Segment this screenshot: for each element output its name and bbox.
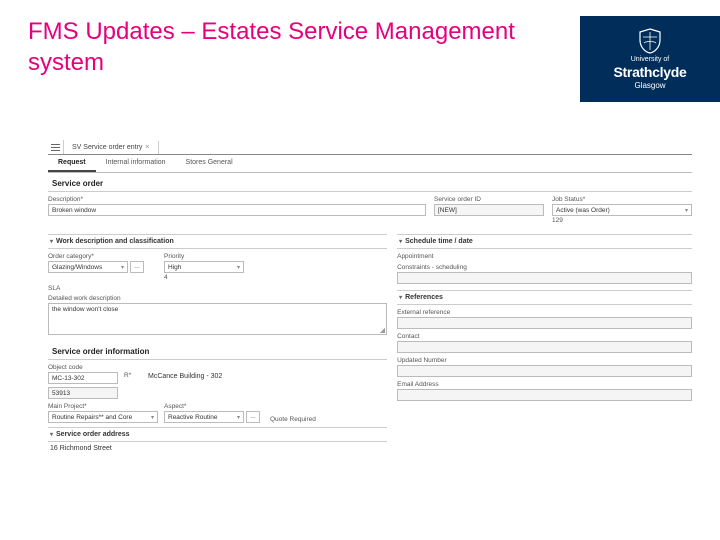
brand-name: Strathclyde <box>614 64 687 80</box>
select-jobstatus[interactable]: Active (was Order)▾ <box>552 204 692 216</box>
tab-service-order-entry[interactable]: SV Service order entry × <box>64 141 159 154</box>
input-obj2: 53913 <box>48 387 118 399</box>
lookup-button[interactable]: … <box>130 261 144 273</box>
label-constraints: Constraints - scheduling <box>397 264 692 271</box>
input-constraints[interactable] <box>397 272 692 284</box>
textarea-detailed[interactable]: the window won't close <box>48 303 387 335</box>
collapse-work-class[interactable]: ▾Work description and classification <box>48 234 387 249</box>
slide-header: FMS Updates – Estates Service Management… <box>0 0 720 110</box>
close-icon[interactable]: × <box>145 144 149 151</box>
shield-icon <box>638 28 662 54</box>
input-obj1[interactable]: MC-13-302 <box>48 372 118 384</box>
label-sla: SLA <box>48 285 387 292</box>
tab-label: SV Service order entry <box>72 144 142 151</box>
field-detailed: Detailed work description the window won… <box>48 295 387 335</box>
brand-city: Glasgow <box>634 81 665 90</box>
chevron-down-icon: ▾ <box>151 414 154 421</box>
field-main-project: Main Project* Routine Repairs** and Core… <box>48 403 158 423</box>
select-main-project[interactable]: Routine Repairs** and Core▾ <box>48 411 158 423</box>
field-soid: Service order ID [NEW] <box>434 196 544 224</box>
collapse-schedule[interactable]: ▾Schedule time / date <box>397 234 692 249</box>
chevron-down-icon: ▾ <box>50 431 53 438</box>
chevron-down-icon: ▾ <box>237 264 240 271</box>
select-order-category[interactable]: Glazing/Windows▾ <box>48 261 128 273</box>
input-contact[interactable] <box>397 341 692 353</box>
field-quote: Quote Required <box>270 403 316 423</box>
hamburger-icon[interactable] <box>48 140 64 154</box>
subtab-request[interactable]: Request <box>48 155 96 172</box>
field-priority: Priority High▾ 4 <box>164 253 244 281</box>
obj-desc: McCance Building - 302 <box>148 372 387 384</box>
resize-handle-icon[interactable] <box>380 328 385 333</box>
field-order-category: Order category* Glazing/Windows▾ … <box>48 253 158 281</box>
input-ext-ref[interactable] <box>397 317 692 329</box>
field-aspect: Aspect* Reactive Routine▾ … <box>164 403 264 423</box>
section-info: Service order information <box>48 341 387 359</box>
subtabs: Request Internal information Stores Gene… <box>48 155 692 173</box>
address-value: 16 Richmond Street <box>48 442 387 455</box>
field-object-code: Object code MC-13-302 R* McCance Buildin… <box>48 364 387 403</box>
subtab-stores[interactable]: Stores General <box>176 155 243 172</box>
select-aspect[interactable]: Reactive Routine▾ <box>164 411 244 423</box>
chevron-down-icon: ▾ <box>50 238 53 245</box>
chevron-down-icon: ▾ <box>685 207 688 214</box>
collapse-references[interactable]: ▾References <box>397 290 692 305</box>
input-description[interactable]: Broken window <box>48 204 426 216</box>
app-topbar: SV Service order entry × <box>48 140 692 155</box>
lookup-button[interactable]: … <box>246 411 260 423</box>
jobstatus-code: 129 <box>552 217 692 224</box>
collapse-address[interactable]: ▾Service order address <box>48 427 387 442</box>
chevron-down-icon: ▾ <box>121 264 124 271</box>
page-title: FMS Updates – Estates Service Management… <box>28 16 580 78</box>
brand-uni: University of <box>631 56 670 63</box>
field-description: Description* Broken window <box>48 196 426 224</box>
brand-block: University of Strathclyde Glasgow <box>580 16 720 102</box>
section-service-order: Service order <box>48 173 692 191</box>
label-soid: Service order ID <box>434 196 544 203</box>
label-jobstatus: Job Status* <box>552 196 692 203</box>
label-description: Description* <box>48 196 426 203</box>
field-jobstatus: Job Status* Active (was Order)▾ 129 <box>552 196 692 224</box>
input-email[interactable] <box>397 389 692 401</box>
chevron-down-icon: ▾ <box>399 238 402 245</box>
label-appointment: Appointment <box>397 253 692 260</box>
subtab-internal[interactable]: Internal information <box>96 155 176 172</box>
input-updated[interactable] <box>397 365 692 377</box>
chevron-down-icon: ▾ <box>399 294 402 301</box>
select-priority[interactable]: High▾ <box>164 261 244 273</box>
chevron-down-icon: ▾ <box>237 414 240 421</box>
input-soid: [NEW] <box>434 204 544 216</box>
app-panel: SV Service order entry × Request Interna… <box>48 140 692 455</box>
